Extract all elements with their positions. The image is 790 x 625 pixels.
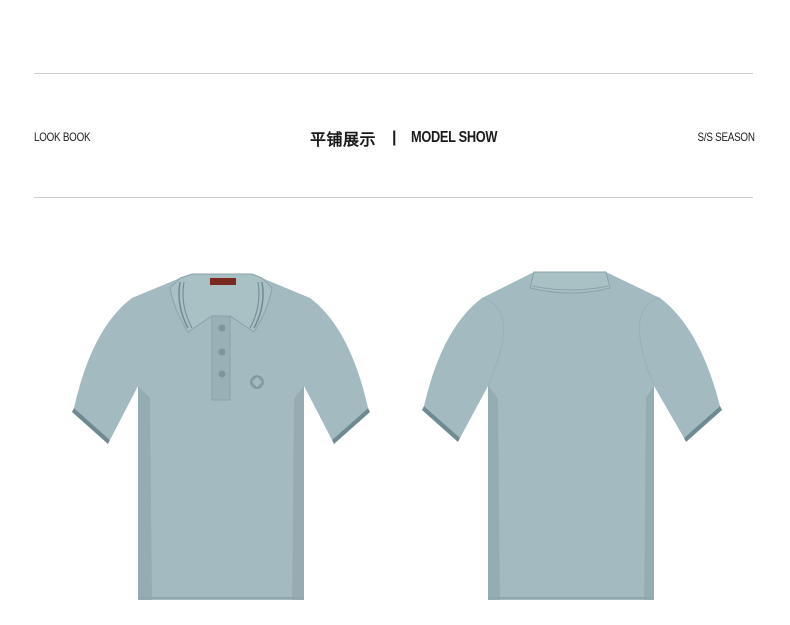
- look-book-label: LOOK BOOK: [34, 130, 91, 144]
- brand-neck-label: [210, 278, 236, 285]
- top-divider: [34, 73, 753, 74]
- section-header: LOOK BOOK 平铺展示 | MODEL SHOW S/S SEASON: [34, 126, 755, 150]
- polo-back-body: [424, 272, 720, 600]
- section-title: 平铺展示 | MODEL SHOW: [310, 126, 518, 150]
- title-separator: |: [392, 129, 397, 146]
- bottom-divider: [34, 197, 753, 198]
- section-title-cn: 平铺展示: [310, 132, 377, 149]
- polo-button: [218, 370, 226, 378]
- polo-back-image: [422, 271, 722, 600]
- section-title-en: MODEL SHOW: [410, 129, 497, 146]
- polo-front-image: [72, 273, 370, 600]
- season-label: S/S SEASON: [697, 130, 755, 144]
- polo-button: [218, 324, 226, 332]
- polo-button: [218, 348, 226, 356]
